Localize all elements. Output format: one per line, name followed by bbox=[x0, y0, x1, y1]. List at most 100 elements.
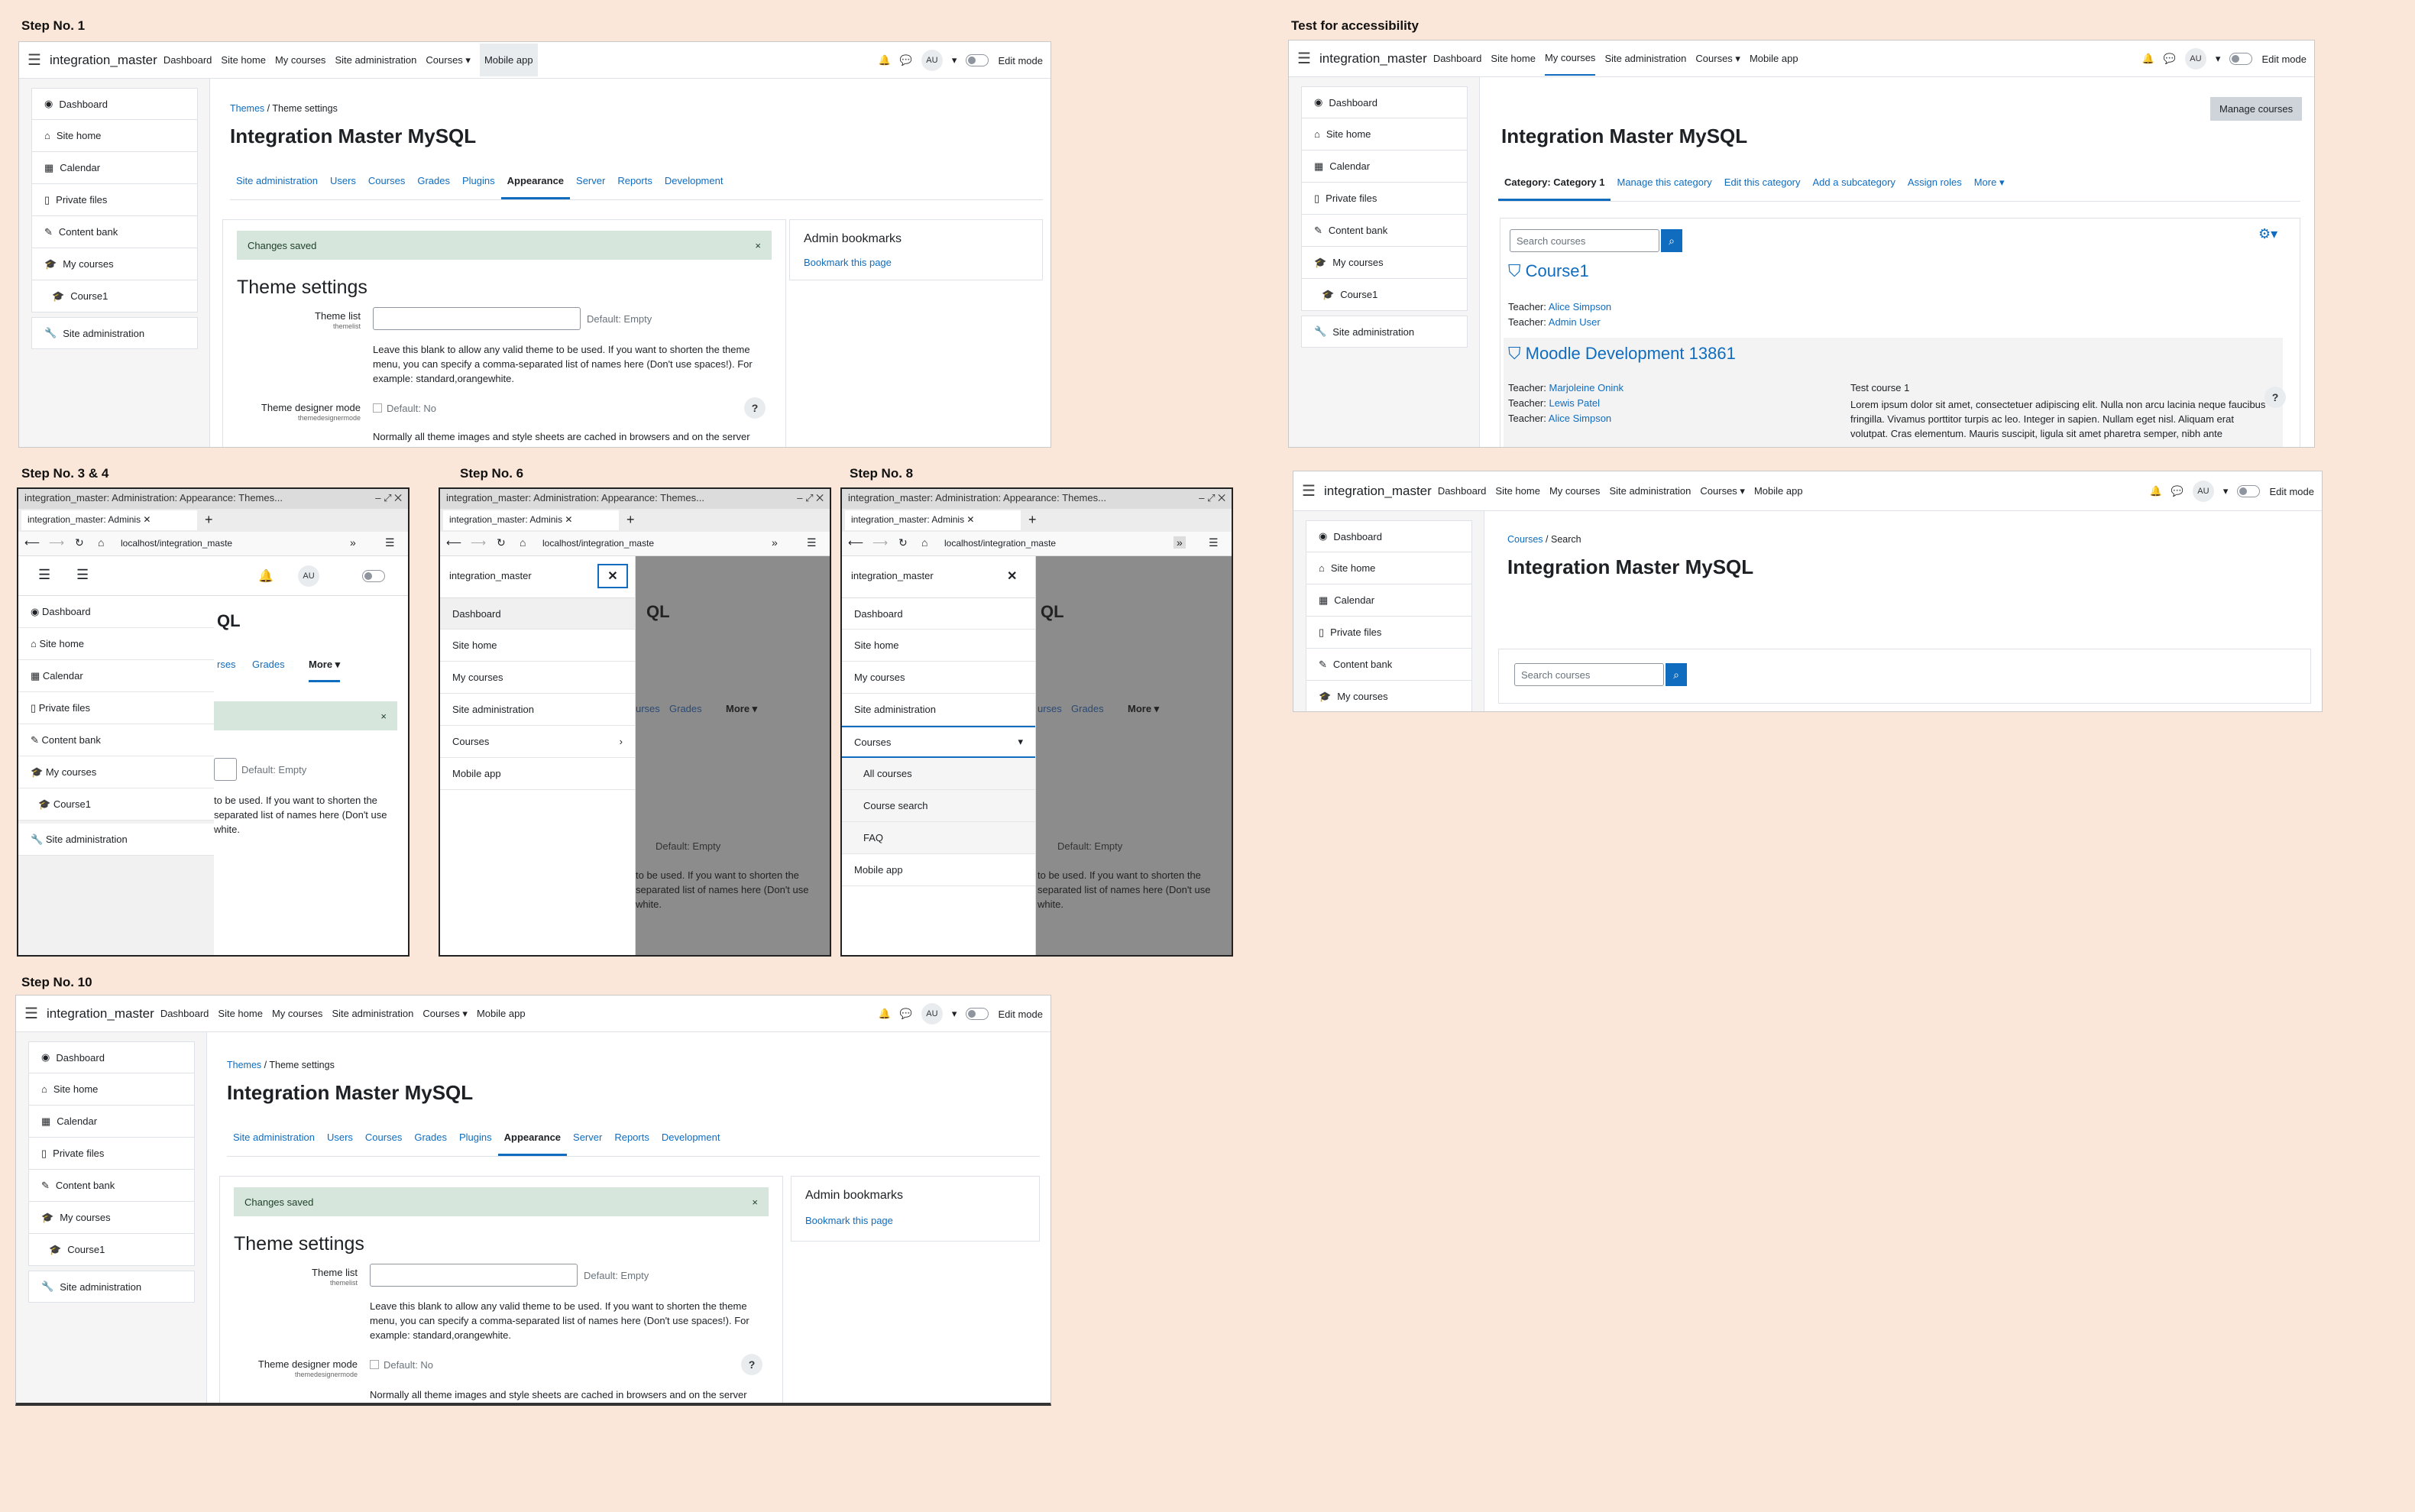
menu-item-courses[interactable]: Courses ▾ bbox=[842, 726, 1035, 758]
menu-item-dashboard[interactable]: Dashboard bbox=[440, 597, 635, 630]
drawer-item-site-home[interactable]: ⌂ Site home bbox=[1301, 118, 1468, 151]
nav-dashboard[interactable]: Dashboard bbox=[1433, 53, 1482, 64]
drawer-item-site-admin[interactable]: 🔧 Site administration bbox=[1301, 316, 1468, 348]
menu-icon[interactable]: ☰ bbox=[38, 567, 50, 583]
theme-list-input[interactable] bbox=[370, 1264, 578, 1287]
home-icon[interactable]: ⌂ bbox=[520, 536, 526, 549]
menu-icon[interactable]: ☰ bbox=[16, 1004, 47, 1023]
menu-icon[interactable]: ☰ bbox=[19, 50, 50, 70]
tab-grades[interactable]: Grades bbox=[411, 164, 456, 199]
bell-icon[interactable]: 🔔 bbox=[2142, 53, 2154, 65]
back-icon[interactable]: ⟵ bbox=[848, 536, 863, 549]
menu-item-site-admin[interactable]: Site administration bbox=[440, 694, 635, 726]
nav-courses[interactable]: Courses ▾ bbox=[1700, 485, 1745, 497]
nav-site-home[interactable]: Site home bbox=[1491, 53, 1536, 64]
gear-icon[interactable]: ⚙▾ bbox=[2258, 226, 2277, 242]
search-icon[interactable]: ⌕ bbox=[1661, 229, 1682, 252]
breadcrumb-themes[interactable]: Themes bbox=[227, 1060, 261, 1070]
drawer-item-site-home[interactable]: ⌂ Site home bbox=[1306, 552, 1472, 584]
edit-mode-toggle[interactable] bbox=[966, 54, 989, 66]
site-brand[interactable]: integration_master bbox=[47, 1006, 154, 1021]
overflow-icon[interactable]: » bbox=[1174, 536, 1186, 549]
back-icon[interactable]: ⟵ bbox=[24, 536, 40, 549]
menu-item-dashboard[interactable]: Dashboard bbox=[842, 597, 1035, 630]
drawer-item-my-courses[interactable]: 🎓 My courses bbox=[1301, 247, 1468, 279]
browser-tab[interactable]: integration_master: Adminis ✕ bbox=[443, 510, 619, 530]
chevron-down-icon[interactable]: ▾ bbox=[2216, 53, 2221, 65]
new-tab-button[interactable]: + bbox=[205, 512, 213, 528]
bell-icon[interactable]: 🔔 bbox=[2150, 485, 2162, 497]
submenu-course-search[interactable]: Course search bbox=[842, 790, 1035, 822]
breadcrumb-courses[interactable]: Courses bbox=[1507, 534, 1543, 545]
bell-icon[interactable]: 🔔 bbox=[879, 54, 891, 66]
menu-icon[interactable]: ☰ bbox=[1289, 49, 1319, 68]
teacher-link[interactable]: Marjoleine Onink bbox=[1549, 382, 1624, 393]
drawer-item-my-courses[interactable]: 🎓 My courses bbox=[18, 756, 214, 788]
help-button[interactable]: ? bbox=[741, 1354, 762, 1375]
browser-tab[interactable]: integration_master: Adminis ✕ bbox=[845, 510, 1021, 530]
overflow-icon[interactable]: » bbox=[350, 536, 356, 549]
tab-users[interactable]: Users bbox=[321, 1121, 359, 1156]
course2-title[interactable]: ⛉ Moodle Development 13861 bbox=[1508, 344, 1736, 364]
home-icon[interactable]: ⌂ bbox=[98, 536, 104, 549]
search-courses-input[interactable]: Search courses bbox=[1514, 663, 1664, 686]
drawer-item-my-courses[interactable]: 🎓 My courses bbox=[31, 248, 198, 280]
home-icon[interactable]: ⌂ bbox=[921, 536, 927, 549]
menu-item-my-courses[interactable]: My courses bbox=[440, 662, 635, 694]
chat-icon[interactable]: 💬 bbox=[2164, 53, 2176, 65]
window-controls[interactable]: – ⤢ ✕ bbox=[1199, 492, 1225, 504]
nav-site-home[interactable]: Site home bbox=[218, 1008, 263, 1019]
close-icon[interactable]: × bbox=[752, 1196, 758, 1208]
teacher-link[interactable]: Alice Simpson bbox=[1549, 301, 1611, 312]
drawer-item-dashboard[interactable]: ◉ Dashboard bbox=[1301, 86, 1468, 118]
avatar[interactable]: AU bbox=[2184, 48, 2206, 70]
nav-site-admin[interactable]: Site administration bbox=[1604, 53, 1686, 64]
nav-courses[interactable]: Courses ▾ bbox=[426, 54, 471, 66]
nav-site-home[interactable]: Site home bbox=[221, 54, 266, 66]
drawer-item-my-courses[interactable]: 🎓 My courses bbox=[1306, 681, 1472, 711]
drawer-item-calendar[interactable]: ▦ Calendar bbox=[28, 1106, 195, 1138]
forward-icon[interactable]: ⟶ bbox=[471, 536, 486, 549]
drawer-item-my-courses[interactable]: 🎓 My courses bbox=[28, 1202, 195, 1234]
tab-category[interactable]: Category: Category 1 bbox=[1498, 166, 1611, 201]
tab-reports[interactable]: Reports bbox=[608, 1121, 656, 1156]
drawer-item-private-files[interactable]: ▯ Private files bbox=[1306, 617, 1472, 649]
edit-mode-toggle[interactable] bbox=[966, 1008, 989, 1020]
tab-development[interactable]: Development bbox=[659, 164, 730, 199]
avatar[interactable]: AU bbox=[921, 1003, 943, 1025]
nav-mobile-app[interactable]: Mobile app bbox=[479, 44, 538, 76]
tab-appearance[interactable]: Appearance bbox=[500, 164, 571, 199]
tab-add-subcategory[interactable]: Add a subcategory bbox=[1807, 166, 1902, 201]
drawer-item-private-files[interactable]: ▯ Private files bbox=[1301, 183, 1468, 215]
site-brand[interactable]: integration_master bbox=[1324, 484, 1432, 499]
edit-mode-toggle[interactable] bbox=[2229, 53, 2253, 65]
submenu-faq[interactable]: FAQ bbox=[842, 822, 1035, 854]
drawer-item-dashboard[interactable]: ◉ Dashboard bbox=[31, 88, 198, 120]
drawer-item-calendar[interactable]: ▦ Calendar bbox=[18, 660, 214, 692]
drawer-item-dashboard[interactable]: ◉ Dashboard bbox=[1306, 520, 1472, 552]
close-icon[interactable]: × bbox=[380, 711, 387, 722]
drawer-item-course1[interactable]: 🎓 Course1 bbox=[1301, 279, 1468, 311]
edit-mode-toggle[interactable] bbox=[2237, 485, 2261, 497]
nav-mobile-app[interactable]: Mobile app bbox=[477, 1008, 526, 1019]
forward-icon[interactable]: ⟶ bbox=[49, 536, 64, 549]
drawer-item-private-files[interactable]: ▯ Private files bbox=[18, 692, 214, 724]
close-icon[interactable]: × bbox=[755, 240, 761, 251]
reload-icon[interactable]: ↻ bbox=[497, 536, 506, 549]
menu-item-courses[interactable]: Courses › bbox=[440, 726, 635, 758]
drawer-item-calendar[interactable]: ▦ Calendar bbox=[31, 152, 198, 184]
drawer-item-site-admin[interactable]: 🔧 Site administration bbox=[18, 824, 214, 856]
theme-list-input[interactable] bbox=[373, 307, 581, 330]
drawer-item-content-bank[interactable]: ✎ Content bank bbox=[28, 1170, 195, 1202]
teacher-link[interactable]: Admin User bbox=[1549, 316, 1601, 328]
drawer-item-site-home[interactable]: ⌂ Site home bbox=[31, 120, 198, 152]
designer-mode-checkbox[interactable] bbox=[373, 403, 382, 413]
tab-site-admin[interactable]: Site administration bbox=[230, 164, 324, 199]
drawer-item-calendar[interactable]: ▦ Calendar bbox=[1301, 151, 1468, 183]
nav-site-admin[interactable]: Site administration bbox=[332, 1008, 413, 1019]
search-courses-input[interactable]: Search courses bbox=[1510, 229, 1659, 252]
close-icon[interactable]: ✕ bbox=[1007, 568, 1017, 584]
search-icon[interactable]: ⌕ bbox=[1666, 663, 1687, 686]
nav-mobile-app[interactable]: Mobile app bbox=[1754, 485, 1803, 497]
menu-icon[interactable]: ☰ bbox=[807, 536, 817, 549]
